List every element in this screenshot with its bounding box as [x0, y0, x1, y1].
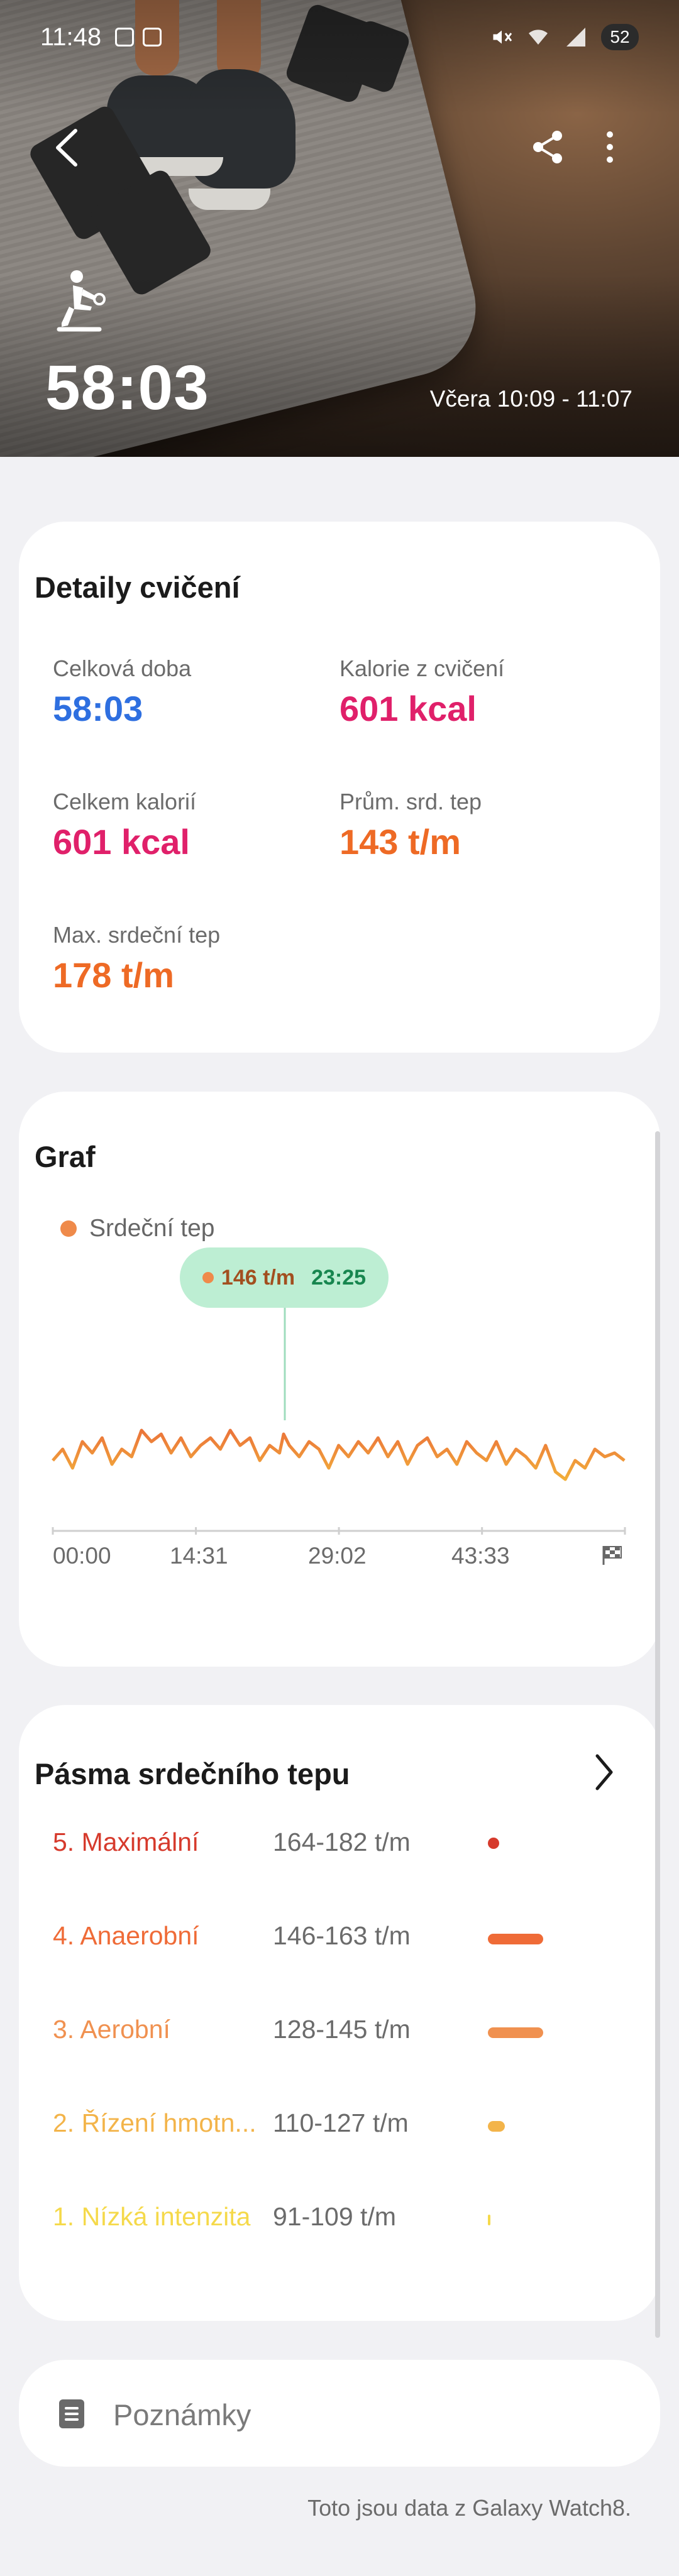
x-tick-label: 29:02 — [308, 1543, 367, 1569]
zone-name: 5. Maximální — [53, 1828, 199, 1856]
zone-bar — [488, 2121, 505, 2132]
heart-rate-chart[interactable] — [0, 0, 679, 1667]
tooltip-dot — [202, 1272, 214, 1283]
checkered-flag-icon — [602, 1546, 622, 1565]
zone-bar — [488, 2215, 490, 2225]
zone-range: 91-109 t/m — [273, 2202, 396, 2231]
zone-bar — [488, 1934, 543, 1944]
tooltip-time: 23:25 — [311, 1265, 367, 1290]
chevron-right-icon[interactable] — [592, 1752, 615, 1792]
zone-range: 146-163 t/m — [273, 1921, 411, 1950]
zone-name: 2. Řízení hmotn... — [53, 2108, 257, 2137]
heart-rate-series-line — [52, 1428, 626, 1481]
zone-row: 4. Anaerobní 146-163 t/m — [53, 1921, 619, 1959]
zone-row: 3. Aerobní 128-145 t/m — [53, 2015, 619, 2053]
notes-icon — [59, 2399, 84, 2428]
zone-row: 5. Maximální 164-182 t/m — [53, 1828, 619, 1865]
x-tick-label: 14:31 — [170, 1543, 228, 1569]
zone-bar — [488, 1838, 499, 1849]
notes-label: Poznámky — [113, 2398, 251, 2431]
zone-row: 2. Řízení hmotn... 110-127 t/m — [53, 2108, 619, 2146]
zone-row: 1. Nízká intenzita 91-109 t/m — [53, 2202, 619, 2240]
zones-title: Pásma srdečního tepu — [35, 1757, 350, 1790]
scrollbar[interactable] — [655, 1131, 660, 2338]
zone-name: 1. Nízká intenzita — [53, 2202, 251, 2231]
data-source-note: Toto jsou data z Galaxy Watch8. — [307, 2495, 631, 2521]
zone-name: 4. Anaerobní — [53, 1921, 199, 1950]
zone-range: 164-182 t/m — [273, 1828, 411, 1856]
tooltip-value: 146 t/m — [221, 1265, 295, 1290]
zone-bar — [488, 2027, 543, 2038]
x-tick-label: 43:33 — [451, 1543, 510, 1569]
zone-range: 128-145 t/m — [273, 2015, 411, 2044]
x-tick-label: 00:00 — [53, 1543, 111, 1569]
chart-tooltip: 146 t/m 23:25 — [180, 1247, 389, 1308]
zone-name: 3. Aerobní — [53, 2015, 170, 2044]
zone-range: 110-127 t/m — [273, 2108, 409, 2137]
